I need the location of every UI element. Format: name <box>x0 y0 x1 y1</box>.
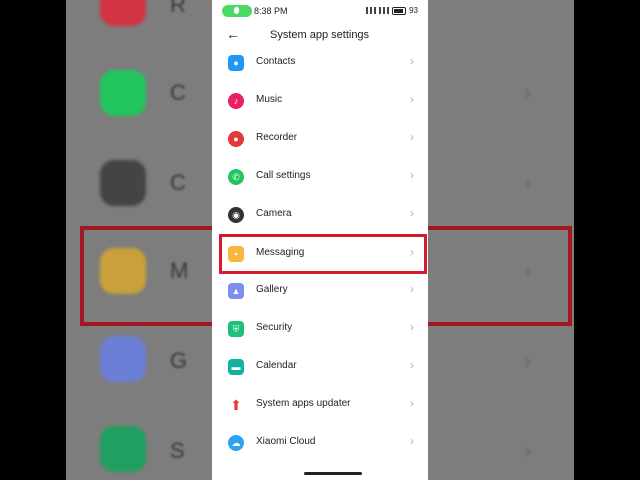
chevron-right-icon: › <box>410 320 414 334</box>
list-item-music[interactable]: ♪ Music › <box>212 82 428 120</box>
list-item-contacts[interactable]: ● Contacts › <box>212 44 428 82</box>
gallery-icon <box>100 336 146 382</box>
background-letter: R <box>170 0 186 17</box>
list-item-label: System apps updater <box>256 398 351 409</box>
chevron-right-icon: › <box>410 434 414 448</box>
status-time: 8:38 PM <box>254 6 288 16</box>
list-item-label: Call settings <box>256 170 311 181</box>
recorder-icon <box>100 0 146 26</box>
microphone-icon <box>234 7 239 14</box>
signal-icon <box>366 7 377 14</box>
recorder-icon: ● <box>228 131 244 147</box>
background-letter: G <box>170 348 188 373</box>
chevron-right-icon: › <box>524 170 532 195</box>
chevron-right-icon: › <box>410 206 414 220</box>
chevron-right-icon: › <box>410 396 414 410</box>
chevron-right-icon: › <box>524 80 532 105</box>
list-item-label: Messaging <box>256 247 305 258</box>
contacts-icon: ● <box>228 55 244 71</box>
list-item-label: Calendar <box>256 360 297 371</box>
status-indicators: 93 <box>366 6 418 15</box>
list-item-xiaomi-cloud[interactable]: ☁ Xiaomi Cloud › <box>212 424 428 462</box>
battery-icon <box>392 6 407 15</box>
shield-icon <box>100 426 146 472</box>
chevron-right-icon: › <box>410 168 414 182</box>
phone-icon <box>100 70 146 116</box>
list-item-calendar[interactable]: ▬ Calendar › <box>212 348 428 386</box>
list-item-call-settings[interactable]: ✆ Call settings › <box>212 158 428 196</box>
mic-indicator <box>222 5 252 17</box>
chevron-right-icon: › <box>410 92 414 106</box>
phone-screen: 8:38 PM 93 ← System app settings ● Conta… <box>212 0 428 480</box>
background-letter: S <box>170 438 185 463</box>
cloud-icon: ☁ <box>228 435 244 451</box>
phone-icon: ✆ <box>228 169 244 185</box>
chevron-right-icon: › <box>410 245 414 259</box>
list-item-label: Xiaomi Cloud <box>256 436 316 447</box>
chevron-right-icon: › <box>524 348 532 373</box>
list-item-recorder[interactable]: ● Recorder › <box>212 120 428 158</box>
list-item-label: Security <box>256 322 293 333</box>
list-item-security[interactable]: ⛨ Security › <box>212 310 428 348</box>
list-item-system-apps-updater[interactable]: ⬆ System apps updater › <box>212 386 428 424</box>
music-icon: ♪ <box>228 93 244 109</box>
chevron-right-icon: › <box>524 258 532 283</box>
camera-icon: ◉ <box>228 207 244 223</box>
back-arrow-icon[interactable]: ← <box>226 26 240 42</box>
shield-icon: ⛨ <box>228 321 244 337</box>
list-item-camera[interactable]: ◉ Camera › <box>212 196 428 234</box>
message-icon <box>100 248 146 294</box>
list-item-label: Music <box>256 94 283 105</box>
message-icon: ▪ <box>228 246 244 262</box>
chevron-right-icon: › <box>524 438 532 463</box>
calendar-icon: ▬ <box>228 359 244 375</box>
list-item-label: Contacts <box>256 56 296 67</box>
chevron-right-icon: › <box>410 54 414 68</box>
background-letter: M <box>170 258 189 283</box>
list-item-label: Camera <box>256 208 292 219</box>
status-bar: 8:38 PM 93 <box>212 0 428 22</box>
update-arrow-icon: ⬆ <box>230 396 242 413</box>
home-indicator[interactable] <box>304 472 362 475</box>
background-letter: C <box>170 170 186 195</box>
chevron-right-icon: › <box>410 358 414 372</box>
gallery-icon: ▲ <box>228 283 244 299</box>
page-title: System app settings <box>270 29 370 41</box>
chevron-right-icon: › <box>410 282 414 296</box>
camera-icon <box>100 160 146 206</box>
battery-level: 93 <box>409 6 418 15</box>
list-item-messaging[interactable]: ▪ Messaging › <box>212 235 428 273</box>
chevron-right-icon: › <box>410 130 414 144</box>
list-item-gallery[interactable]: ▲ Gallery › <box>212 272 428 310</box>
background-letter: C <box>170 80 186 105</box>
list-item-label: Recorder <box>256 132 298 143</box>
list-item-label: Gallery <box>256 284 288 295</box>
signal-icon <box>379 7 390 14</box>
